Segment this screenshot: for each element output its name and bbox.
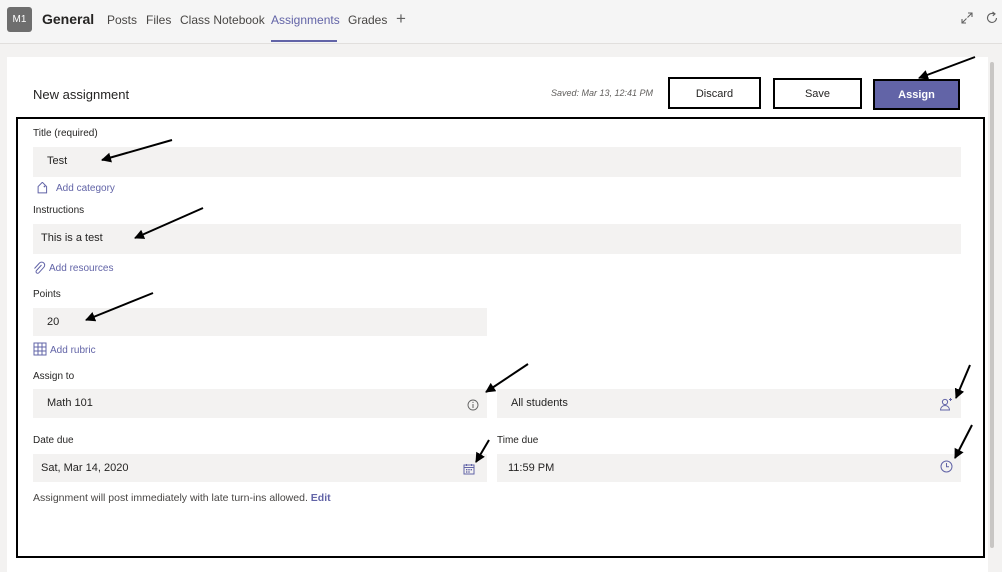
saved-status: Saved: Mar 13, 12:41 PM — [551, 88, 654, 98]
students-select[interactable]: All students — [497, 389, 961, 418]
page-title: New assignment — [33, 87, 130, 102]
add-rubric-link[interactable]: Add rubric — [50, 345, 96, 356]
discard-button[interactable]: Discard — [668, 77, 761, 109]
scrollbar[interactable] — [990, 62, 994, 548]
add-resources-link[interactable]: Add resources — [49, 263, 113, 274]
date-due-label: Date due — [33, 435, 74, 446]
points-label: Points — [33, 289, 61, 300]
refresh-icon[interactable] — [985, 11, 999, 25]
edit-link[interactable]: Edit — [311, 492, 331, 504]
add-category-link[interactable]: Add category — [56, 183, 115, 194]
plus-icon[interactable]: + — [396, 9, 406, 29]
tab-grades[interactable]: Grades — [348, 13, 387, 27]
tab-posts[interactable]: Posts — [107, 13, 137, 27]
active-tab-indicator — [271, 40, 337, 42]
assign-to-label: Assign to — [33, 371, 75, 382]
rubric-grid-icon[interactable] — [33, 342, 47, 356]
tab-class-notebook[interactable]: Class Notebook — [180, 13, 265, 27]
instructions-label: Instructions — [33, 205, 85, 216]
time-due-input[interactable]: 11:59 PM — [497, 454, 961, 482]
date-due-input[interactable]: Sat, Mar 14, 2020 — [33, 454, 487, 482]
info-icon[interactable] — [467, 399, 479, 411]
clock-icon[interactable] — [940, 460, 953, 473]
note-text: Assignment will post immediately with la… — [33, 492, 308, 504]
points-input[interactable]: 20 — [33, 308, 487, 336]
tab-assignments[interactable]: Assignments — [271, 13, 340, 27]
paperclip-icon[interactable] — [32, 261, 46, 275]
save-button[interactable]: Save — [773, 78, 862, 109]
tab-files[interactable]: Files — [146, 13, 171, 27]
expand-icon[interactable] — [960, 11, 974, 25]
title-label: Title (required) — [33, 128, 98, 139]
title-input[interactable]: Test — [33, 147, 961, 177]
instructions-input[interactable]: This is a test — [33, 224, 961, 254]
team-avatar[interactable]: M1 — [7, 7, 32, 32]
tag-icon[interactable] — [35, 182, 49, 196]
add-person-icon[interactable] — [939, 397, 953, 411]
channel-title: General — [42, 11, 95, 27]
time-due-label: Time due — [497, 435, 539, 446]
class-select[interactable]: Math 101 — [33, 389, 487, 418]
calendar-icon[interactable] — [463, 463, 475, 475]
assign-button[interactable]: Assign — [873, 79, 960, 110]
post-note: Assignment will post immediately with la… — [33, 492, 331, 504]
